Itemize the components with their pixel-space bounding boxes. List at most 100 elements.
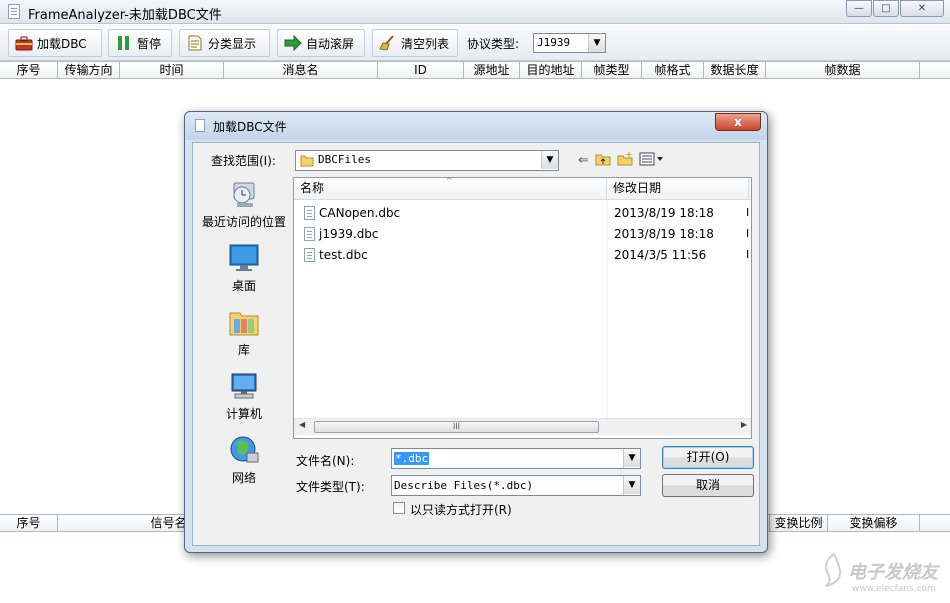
arrow-right-icon: [284, 34, 302, 52]
chevron-down-icon[interactable]: ▼: [624, 476, 640, 494]
autoscroll-button[interactable]: 自动滚屏: [277, 29, 365, 57]
protocol-label: 协议类型:: [467, 37, 520, 51]
dialog-title-bar: 加载DBC文件 x: [185, 112, 767, 140]
watermark-text: 电子发烧友: [848, 562, 938, 583]
file-row[interactable]: test.dbc 2014/3/5 11:56 I: [294, 245, 751, 266]
back-icon[interactable]: ⇐: [578, 153, 589, 168]
network-icon: [228, 435, 260, 465]
col-header[interactable]: 消息名: [224, 62, 378, 79]
file-name: j1939.dbc: [319, 227, 379, 241]
place-label: 网络: [231, 471, 256, 485]
title-bar: FrameAnalyzer-未加载DBC文件 — □ ✕: [0, 0, 950, 24]
file-more: I: [746, 227, 750, 240]
pause-button[interactable]: 暂停: [108, 29, 172, 57]
file-date: 2013/8/19 18:18: [614, 227, 714, 241]
col-header[interactable]: 传输方向: [58, 62, 120, 79]
col-header[interactable]: 目的地址: [520, 62, 582, 79]
place-computer[interactable]: 计算机: [200, 371, 288, 422]
dialog-icon: [195, 119, 205, 132]
file-list[interactable]: 名称 ^ 修改日期 CANopen.dbc 2013/8/19 18:18 I …: [293, 176, 752, 439]
computer-icon: [228, 371, 260, 401]
col-header[interactable]: 序号: [0, 515, 58, 532]
file-more: I: [746, 248, 750, 261]
maximize-button[interactable]: □: [873, 0, 899, 17]
dialog-title: 加载DBC文件: [213, 120, 287, 134]
cancel-button[interactable]: 取消: [662, 474, 754, 497]
minimize-button[interactable]: —: [846, 0, 872, 17]
look-in-select[interactable]: DBCFiles ▼: [295, 150, 559, 171]
filetype-select[interactable]: Describe Files(*.dbc) ▼: [391, 475, 641, 496]
libraries-icon: [228, 307, 260, 337]
places-bar: 最近访问的位置 桌面 库 计算机 网络: [200, 175, 288, 495]
col-header[interactable]: 源地址: [464, 62, 520, 79]
place-recent[interactable]: 最近访问的位置: [200, 179, 288, 230]
app-icon: [8, 4, 20, 19]
filetype-label: 文件类型(T):: [296, 480, 365, 494]
dialog-close-button[interactable]: x: [715, 113, 761, 131]
window-title: FrameAnalyzer-未加载DBC文件: [28, 8, 222, 23]
chevron-down-icon[interactable]: ▼: [588, 34, 605, 52]
col-header[interactable]: 帧类型: [582, 62, 642, 79]
clear-list-button[interactable]: 清空列表: [372, 29, 458, 57]
col-header[interactable]: 序号: [0, 62, 58, 79]
categorize-button[interactable]: 分类显示: [179, 29, 270, 57]
col-header[interactable]: 时间: [120, 62, 224, 79]
file-row[interactable]: j1939.dbc 2013/8/19 18:18 I: [294, 224, 751, 245]
load-dbc-button[interactable]: 加载DBC: [8, 29, 102, 57]
close-button[interactable]: ✕: [900, 0, 944, 17]
place-network[interactable]: 网络: [200, 435, 288, 486]
file-icon: [304, 206, 315, 220]
protocol-value: J1939: [537, 36, 571, 49]
watermark-logo-icon: [825, 552, 842, 587]
place-label: 桌面: [231, 279, 256, 293]
protocol-select[interactable]: J1939 ▼: [533, 33, 606, 53]
window-controls: — □ ✕: [845, 0, 944, 18]
col-header[interactable]: 变换比例: [770, 515, 828, 532]
scroll-left-icon[interactable]: ◀: [299, 420, 305, 429]
filename-label: 文件名(N):: [296, 454, 355, 468]
readonly-checkbox[interactable]: [393, 502, 405, 514]
filename-input[interactable]: *.dbc ▼: [391, 448, 641, 469]
col-header[interactable]: 数据长度: [704, 62, 766, 79]
col-header[interactable]: ID: [378, 62, 464, 79]
open-button[interactable]: 打开(O): [662, 446, 754, 469]
chevron-down-icon[interactable]: ▼: [541, 151, 558, 169]
filetype-dropdown: ▼: [623, 476, 640, 495]
autoscroll-label: 自动滚屏: [306, 36, 355, 51]
clear-list-label: 清空列表: [401, 36, 450, 51]
chevron-down-icon[interactable]: ▼: [624, 449, 640, 467]
file-list-header: 名称 ^ 修改日期: [294, 176, 751, 200]
horizontal-scrollbar[interactable]: ◀ III ▶: [294, 418, 751, 435]
broom-icon: [379, 35, 397, 51]
sort-ascending-icon: ^: [446, 176, 453, 185]
scrollbar-thumb[interactable]: III: [314, 421, 599, 433]
filename-dropdown: ▼: [623, 449, 640, 468]
desktop-icon: [228, 243, 260, 273]
watermark-url: www.elecfans.com: [852, 584, 936, 594]
col-header[interactable]: 帧格式: [642, 62, 704, 79]
place-desktop[interactable]: 桌面: [200, 243, 288, 294]
filetype-value: Describe Files(*.dbc): [394, 479, 534, 492]
col-date[interactable]: 修改日期: [607, 178, 749, 199]
readonly-label: 以只读方式打开(R): [410, 503, 512, 517]
view-menu-icon[interactable]: [639, 152, 665, 169]
watermark: 电子发烧友 www.elecfans.com: [818, 548, 938, 598]
file-row[interactable]: CANopen.dbc 2013/8/19 18:18 I: [294, 203, 751, 224]
close-icon: x: [734, 115, 742, 129]
nav-toolbar: ⇐: [578, 150, 665, 170]
file-more: I: [746, 206, 750, 219]
place-label: 库: [237, 343, 250, 357]
file-icon: [304, 227, 315, 241]
up-folder-icon[interactable]: [595, 152, 611, 169]
file-date: 2014/3/5 11:56: [614, 248, 707, 262]
file-icon: [304, 248, 315, 262]
col-header[interactable]: 帧数据: [766, 62, 920, 79]
col-more[interactable]: [749, 178, 755, 199]
place-libraries[interactable]: 库: [200, 307, 288, 358]
folder-icon: [300, 154, 314, 170]
new-folder-icon[interactable]: [617, 151, 633, 169]
col-header[interactable]: 变换偏移: [828, 515, 920, 532]
file-name: CANopen.dbc: [319, 206, 401, 220]
scroll-right-icon[interactable]: ▶: [741, 420, 747, 429]
place-label: 计算机: [225, 407, 262, 421]
